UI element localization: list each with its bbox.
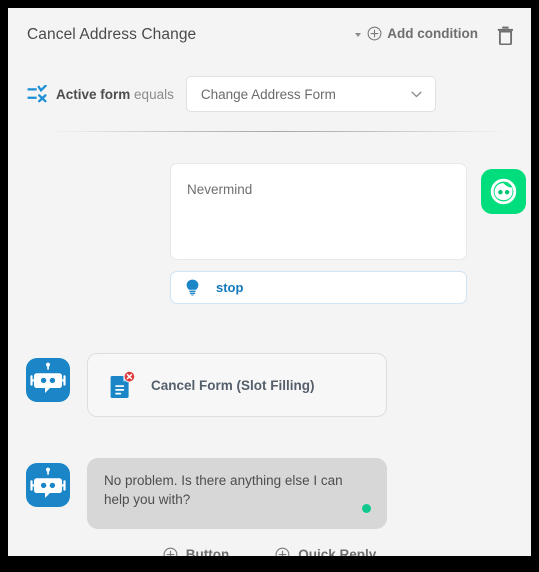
bot-action-row: Cancel Form (Slot Filling) <box>8 353 531 418</box>
section-divider <box>48 131 508 132</box>
add-quick-reply-label: Quick Reply <box>298 546 377 557</box>
user-face-avatar-icon <box>481 169 526 214</box>
trash-icon <box>497 26 513 45</box>
condition-filter-icon <box>27 84 47 102</box>
bot-action-label: Cancel Form (Slot Filling) <box>151 377 315 393</box>
intent-row-stop[interactable]: stop <box>170 271 467 304</box>
circle-plus-icon <box>367 26 382 41</box>
chevron-down-icon <box>411 91 422 97</box>
document-cancel-icon <box>110 371 136 398</box>
condition-field-label: Active form <box>56 86 131 102</box>
online-status-dot <box>362 504 371 513</box>
add-button-button[interactable]: Button <box>163 546 230 557</box>
user-message-input[interactable]: Nevermind <box>170 163 467 260</box>
add-condition-button[interactable]: Add condition <box>355 26 478 41</box>
circle-plus-icon <box>163 547 178 556</box>
circle-plus-icon <box>275 547 290 556</box>
condition-expression: Active form equals <box>56 87 174 102</box>
dialog-node-panel: Cancel Address Change Add condition Acti… <box>8 8 531 556</box>
screenshot-frame: Cancel Address Change Add condition Acti… <box>0 0 539 572</box>
active-form-select[interactable]: Change Address Form <box>185 76 436 112</box>
delete-node-button[interactable] <box>494 24 516 46</box>
condition-row: Active form equals Change Address Form <box>8 68 531 120</box>
user-message-text: Nevermind <box>187 182 253 197</box>
node-header: Cancel Address Change Add condition <box>8 8 531 60</box>
active-form-select-value: Change Address Form <box>200 86 336 102</box>
bot-action-card[interactable]: Cancel Form (Slot Filling) <box>87 353 387 417</box>
condition-operator-label: equals <box>134 86 174 102</box>
intent-label: stop <box>216 280 244 295</box>
add-quick-reply-button[interactable]: Quick Reply <box>275 546 377 557</box>
bot-message-text: No problem. Is there anything else I can… <box>104 473 343 508</box>
add-condition-label: Add condition <box>387 26 478 41</box>
add-button-label: Button <box>185 546 230 557</box>
caret-down-icon <box>355 32 362 37</box>
bot-robot-avatar-icon <box>26 463 70 507</box>
bot-message-row: No problem. Is there anything else I can… <box>8 458 531 530</box>
footer-actions: Button Quick Reply <box>8 538 531 556</box>
page-title: Cancel Address Change <box>27 26 197 43</box>
bot-message-bubble[interactable]: No problem. Is there anything else I can… <box>87 458 387 529</box>
lightbulb-icon <box>186 279 199 296</box>
bot-robot-avatar-icon <box>26 358 70 402</box>
